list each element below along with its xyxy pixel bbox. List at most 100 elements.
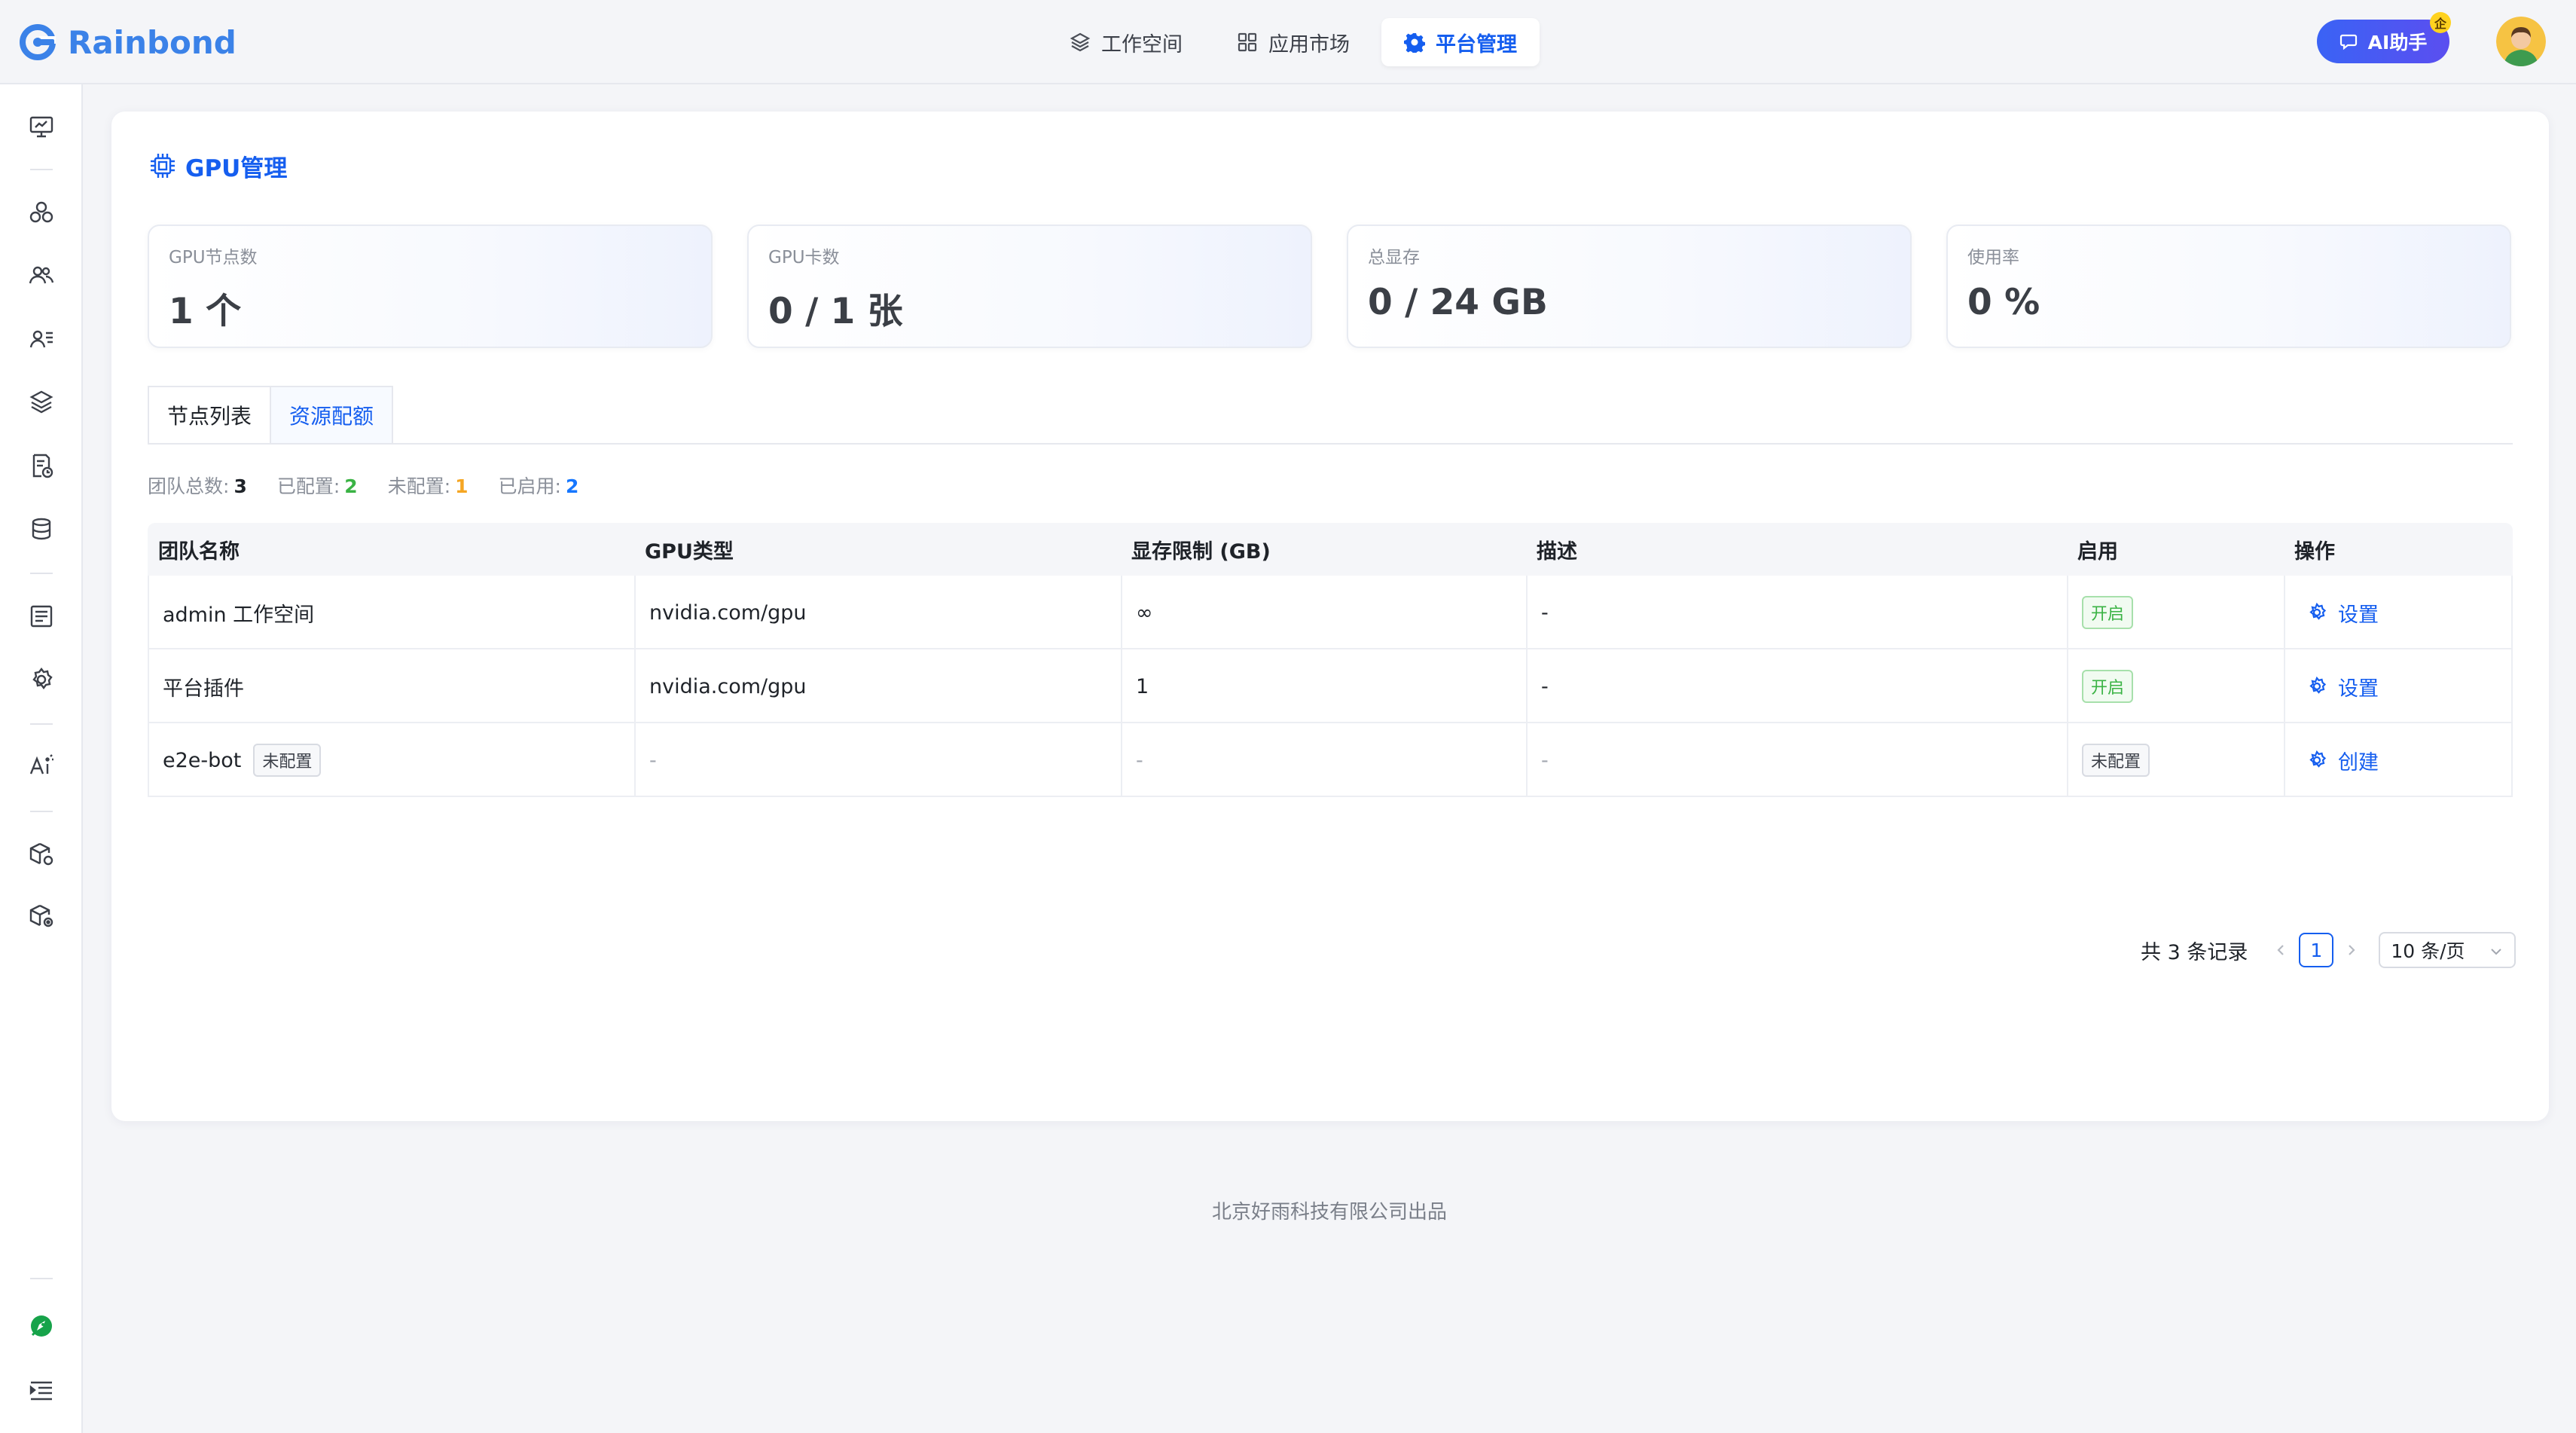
menu-indent-icon[interactable]	[28, 1377, 55, 1404]
gear-icon	[1404, 33, 1425, 53]
page-title-text: GPU管理	[185, 154, 288, 182]
stat-value: 1 个	[169, 291, 242, 332]
summary-enabled-label: 已启用:	[498, 475, 561, 497]
settings-button[interactable]: 设置	[2306, 672, 2379, 701]
user-card-icon[interactable]	[28, 325, 55, 353]
table-row: 平台插件 nvidia.com/gpu 1 - 开启 设置	[148, 649, 2513, 723]
box-gear-icon[interactable]	[28, 841, 55, 868]
column-header: 启用	[2077, 539, 2118, 564]
sidebar-divider	[30, 573, 53, 574]
description-cell: -	[1526, 723, 2067, 797]
layers-stack-icon[interactable]	[28, 389, 55, 416]
nav-workspace-label: 工作空间	[1101, 32, 1183, 57]
action-cell: 设置	[2284, 649, 2513, 723]
summary-unconfigured-label: 未配置:	[387, 475, 451, 497]
summary-total-value: 3	[233, 475, 247, 497]
table-header: 团队名称 GPU类型 显存限制 (GB) 描述 启用 操作	[148, 523, 2513, 576]
column-header: 显存限制 (GB)	[1131, 539, 1271, 564]
gpu-type-cell: nvidia.com/gpu	[634, 649, 1121, 723]
summary-configured-label: 已配置:	[276, 475, 340, 497]
nav-platform-admin[interactable]: 平台管理	[1381, 18, 1540, 66]
top-navigation: 工作空间 应用市场 平台管理	[1047, 18, 1540, 66]
tab-resource-quota[interactable]: 资源配额	[271, 386, 394, 445]
summary-total-label: 团队总数:	[148, 475, 230, 497]
settings-label: 设置	[2338, 603, 2379, 627]
list-icon[interactable]	[28, 603, 55, 630]
nav-app-market-label: 应用市场	[1268, 32, 1350, 57]
chevron-left-icon	[2277, 945, 2285, 955]
nav-workspace[interactable]: 工作空间	[1047, 18, 1205, 66]
column-header: 团队名称	[158, 539, 240, 564]
prev-page-button[interactable]	[2269, 938, 2293, 962]
tab-node-list[interactable]: 节点列表	[148, 386, 272, 445]
stat-value: 0 / 1 张	[768, 291, 903, 332]
memory-limit-cell: -	[1121, 723, 1526, 797]
footer-copyright: 北京好雨科技有限公司出品	[1211, 1201, 1447, 1224]
brand-logo[interactable]: Rainbond	[20, 20, 237, 65]
stat-value: 0 / 24 GB	[1368, 282, 1548, 323]
page-number[interactable]: 1	[2299, 933, 2334, 967]
box-settings-icon[interactable]	[28, 903, 55, 930]
rocket-icon[interactable]	[28, 1312, 55, 1340]
action-cell: 创建	[2284, 723, 2513, 797]
gear-icon	[2309, 676, 2327, 694]
team-name-cell: e2e-bot 未配置	[148, 723, 634, 797]
ai-assistant-button[interactable]: AI助手	[2317, 20, 2449, 63]
cluster-icon[interactable]	[28, 199, 55, 226]
create-button[interactable]: 创建	[2306, 746, 2379, 775]
total-records: 共 3 条记录	[2141, 940, 2248, 964]
stat-label: 使用率	[1967, 248, 2019, 267]
monitor-icon[interactable]	[28, 113, 55, 140]
team-icon[interactable]	[28, 262, 55, 289]
gear-icon[interactable]	[28, 666, 55, 693]
table-row: admin 工作空间 nvidia.com/gpu ∞ - 开启 设置	[148, 576, 2513, 649]
ai-icon[interactable]	[28, 752, 55, 779]
gear-icon	[2309, 602, 2327, 620]
rainbond-logo-icon	[20, 24, 56, 60]
nav-app-market[interactable]: 应用市场	[1214, 18, 1372, 66]
settings-label: 设置	[2338, 677, 2379, 701]
user-avatar[interactable]	[2496, 17, 2546, 66]
left-sidebar	[0, 84, 83, 1433]
chat-bubble-icon	[2339, 34, 2357, 50]
enterprise-badge: 企	[2430, 12, 2451, 33]
stat-label: GPU卡数	[768, 248, 840, 267]
status-badge: 开启	[2082, 596, 2134, 629]
chip-icon	[151, 154, 175, 178]
status-cell: 开启	[2067, 649, 2284, 723]
page-size-select[interactable]: 10 条/页	[2379, 932, 2516, 968]
next-page-button[interactable]	[2339, 938, 2364, 962]
gear-icon	[2309, 750, 2327, 768]
unconfigured-tag: 未配置	[253, 744, 322, 777]
create-label: 创建	[2338, 750, 2379, 775]
table-row: e2e-bot 未配置 - - - 未配置 创建	[148, 723, 2513, 797]
description-cell: -	[1526, 649, 2067, 723]
column-header: GPU类型	[645, 539, 734, 564]
summary-configured-value: 2	[344, 475, 358, 497]
main-card: GPU管理 GPU节点数 1 个 GPU卡数 0 / 1 张 总显存 0 / 2…	[111, 112, 2549, 1121]
column-header: 操作	[2294, 539, 2335, 564]
summary-unconfigured-value: 1	[455, 475, 469, 497]
summary-total: 团队总数: 3	[148, 472, 247, 499]
grid-icon	[1238, 32, 1257, 52]
memory-limit-cell: ∞	[1121, 576, 1526, 649]
gpu-type-cell: -	[634, 723, 1121, 797]
stat-label: 总显存	[1368, 248, 1420, 267]
settings-button[interactable]: 设置	[2306, 598, 2379, 628]
team-name-cell: 平台插件	[148, 649, 634, 723]
brand-name: Rainbond	[68, 23, 237, 61]
column-header: 描述	[1537, 539, 1577, 564]
ai-assistant-label: AI助手	[2367, 32, 2428, 53]
team-name: e2e-bot	[163, 748, 242, 772]
sidebar-divider	[30, 723, 53, 725]
quota-summary: 团队总数: 3 已配置: 2 未配置: 1 已启用: 2	[148, 472, 609, 499]
tab-divider	[148, 443, 2513, 445]
page-size-value: 10 条/页	[2391, 940, 2465, 962]
gpu-type-cell: nvidia.com/gpu	[634, 576, 1121, 649]
stat-value: 0 %	[1967, 282, 2040, 323]
stat-card-gpu-cards: GPU卡数 0 / 1 张	[747, 225, 1312, 348]
document-clock-icon[interactable]	[28, 452, 55, 479]
stat-card-usage-rate: 使用率 0 %	[1946, 225, 2511, 348]
top-header: Rainbond 工作空间 应用市场 平台管理 AI助手 企	[0, 0, 2576, 84]
database-icon[interactable]	[28, 515, 55, 542]
